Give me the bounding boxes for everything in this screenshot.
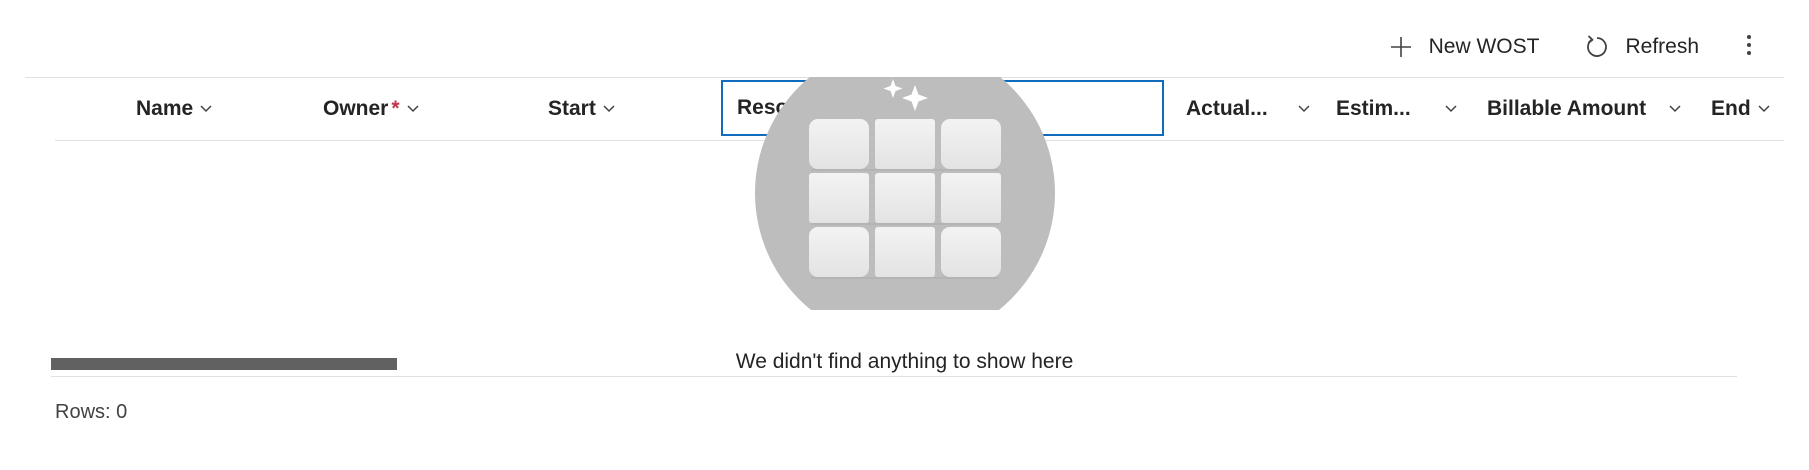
plus-icon <box>1387 33 1415 61</box>
column-header-start-label: Start <box>548 97 596 120</box>
column-header-name[interactable]: Name <box>136 78 213 140</box>
column-header-end-label: End <box>1711 97 1751 120</box>
column-header-owner[interactable]: Owner * <box>323 78 420 140</box>
grid-panel: New WOST Refresh Name Owner * Start Reso… <box>0 0 1809 470</box>
more-vertical-icon <box>1746 34 1752 61</box>
chevron-down-icon <box>199 102 213 116</box>
refresh-label: Refresh <box>1625 35 1699 58</box>
column-header-billable-amount[interactable]: Billable Amount <box>1487 78 1682 140</box>
column-header-estimated-label: Estim... <box>1336 97 1411 120</box>
column-header-billable-amount-label: Billable Amount <box>1487 97 1647 120</box>
column-header-actual[interactable]: Actual... <box>1186 78 1311 140</box>
new-wost-button[interactable]: New WOST <box>1375 27 1552 67</box>
chevron-down-icon <box>602 102 616 116</box>
grid-bottom-divider <box>51 376 1737 377</box>
chevron-down-icon <box>1757 102 1771 116</box>
horizontal-scrollbar-thumb[interactable] <box>51 358 397 370</box>
empty-grid-illustration <box>755 77 1055 310</box>
new-wost-label: New WOST <box>1428 35 1540 58</box>
chevron-down-icon <box>1297 102 1311 116</box>
column-header-estimated[interactable]: Estim... <box>1336 78 1458 140</box>
refresh-button[interactable]: Refresh <box>1571 27 1711 67</box>
chevron-down-icon <box>1444 102 1458 116</box>
chevron-down-icon <box>406 102 420 116</box>
column-header-actual-label: Actual... <box>1186 97 1268 120</box>
more-commands-button[interactable] <box>1729 27 1769 67</box>
rows-count: Rows: 0 <box>55 401 128 423</box>
column-header-start[interactable]: Start <box>548 78 616 140</box>
command-bar: New WOST Refresh <box>1375 24 1769 70</box>
column-header-name-label: Name <box>136 97 194 120</box>
refresh-icon <box>1583 33 1611 61</box>
required-indicator: * <box>391 97 400 120</box>
chevron-down-icon <box>1668 102 1682 116</box>
column-header-end[interactable]: End <box>1711 78 1771 140</box>
column-header-owner-label: Owner <box>323 97 389 120</box>
